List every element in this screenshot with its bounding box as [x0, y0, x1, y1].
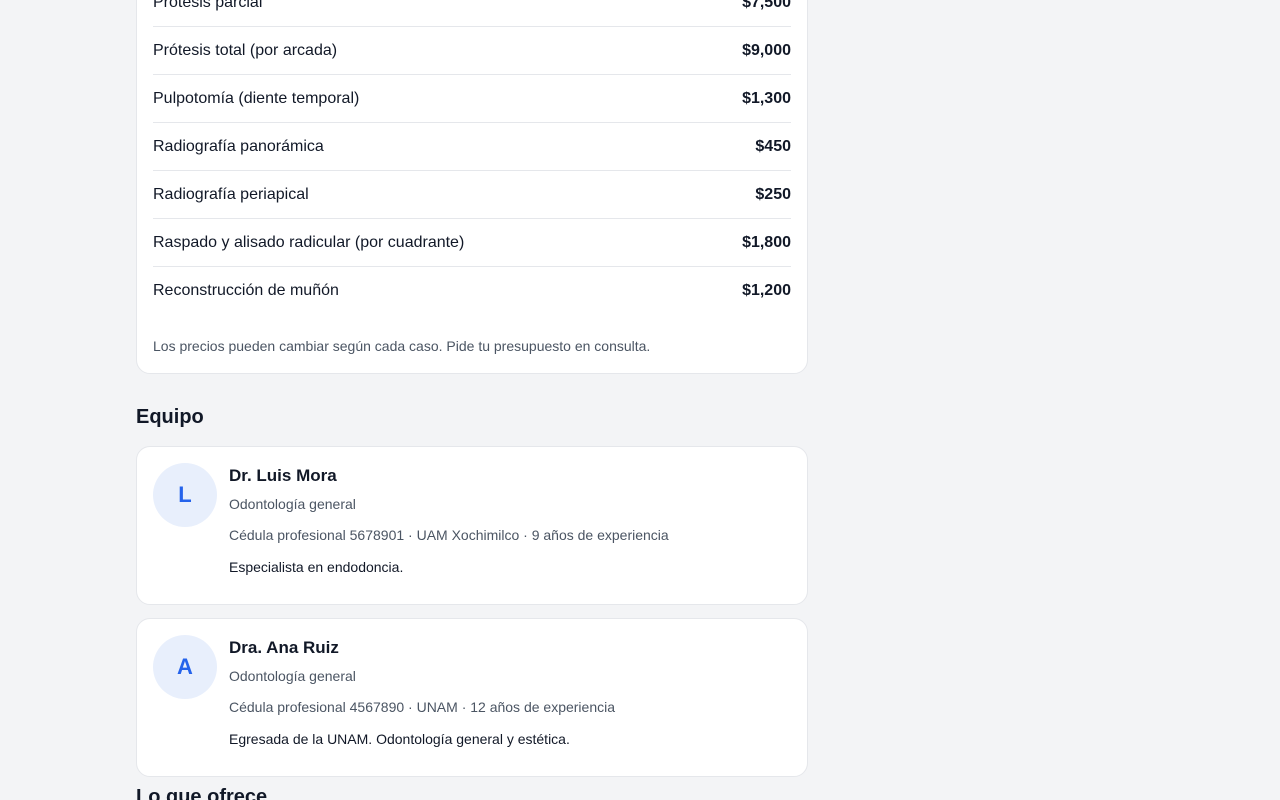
- service-name: Prótesis total (por arcada): [153, 41, 338, 59]
- service-name: Radiografía panorámica: [153, 137, 324, 155]
- service-price: $1,200: [742, 281, 791, 299]
- service-name: Raspado y alisado radicular (por cuadran…: [153, 233, 465, 251]
- member-credentials: Cédula profesional 4567890 · UNAM · 12 a…: [229, 699, 616, 715]
- service-price: $1,300: [742, 89, 791, 107]
- price-row: Pulpotomía (diente temporal) $1,300: [153, 75, 791, 123]
- price-row: Prótesis total (por arcada) $9,000: [153, 27, 791, 75]
- service-name: Reconstrucción de muñón: [153, 281, 339, 299]
- price-row: Radiografía panorámica $450: [153, 123, 791, 171]
- team-member-card: A Dra. Ana Ruiz Odontología general Cédu…: [136, 618, 808, 777]
- member-name: Dra. Ana Ruiz: [229, 638, 339, 657]
- team-member-card: L Dr. Luis Mora Odontología general Cédu…: [136, 446, 808, 605]
- member-name: Dr. Luis Mora: [229, 466, 337, 485]
- price-row: Reconstrucción de muñón $1,200: [153, 267, 791, 314]
- content-column: Prótesis parcial $7,500 Prótesis total (…: [136, 0, 808, 790]
- member-specialty: Odontología general: [229, 496, 356, 512]
- price-list-card: Prótesis parcial $7,500 Prótesis total (…: [136, 0, 808, 374]
- member-bio: Egresada de la UNAM. Odontología general…: [229, 731, 570, 747]
- page: Prótesis parcial $7,500 Prótesis total (…: [0, 0, 1280, 800]
- service-price: $1,800: [742, 233, 791, 251]
- price-row: Radiografía periapical $250: [153, 171, 791, 219]
- service-price: $250: [755, 185, 791, 203]
- price-row: Raspado y alisado radicular (por cuadran…: [153, 219, 791, 267]
- member-specialty: Odontología general: [229, 668, 356, 684]
- team-member-info: Dr. Luis Mora Odontología general Cédula…: [229, 463, 669, 588]
- offerings-section-title: Lo que ofrece: [136, 786, 268, 800]
- service-price: $7,500: [742, 0, 791, 11]
- service-name: Radiografía periapical: [153, 185, 309, 203]
- team-section-title: Equipo: [136, 406, 204, 428]
- member-bio: Especialista en endodoncia.: [229, 559, 404, 575]
- member-credentials: Cédula profesional 5678901 · UAM Xochimi…: [229, 527, 669, 543]
- avatar: L: [153, 463, 217, 527]
- price-row: Prótesis parcial $7,500: [153, 0, 791, 27]
- service-name: Prótesis parcial: [153, 0, 263, 11]
- service-price: $9,000: [742, 41, 791, 59]
- service-price: $450: [755, 137, 791, 155]
- price-disclaimer: Los precios pueden cambiar según cada ca…: [153, 338, 651, 354]
- team-member-info: Dra. Ana Ruiz Odontología general Cédula…: [229, 635, 615, 760]
- avatar: A: [153, 635, 217, 699]
- service-name: Pulpotomía (diente temporal): [153, 89, 360, 107]
